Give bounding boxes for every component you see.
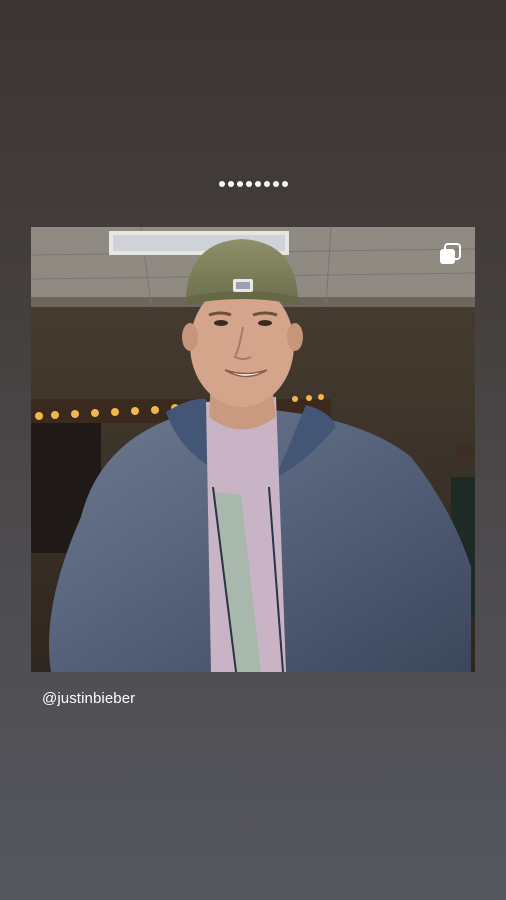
photo-illustration <box>31 227 475 672</box>
progress-dot <box>236 181 243 187</box>
progress-dot <box>272 181 279 187</box>
story-progress-dots <box>0 181 506 187</box>
progress-dot <box>263 181 270 187</box>
progress-dot <box>227 181 234 187</box>
carousel-icon <box>439 243 461 265</box>
progress-dot <box>254 181 261 187</box>
shared-post-photo[interactable] <box>31 227 475 672</box>
progress-dot <box>245 181 252 187</box>
mention-username[interactable]: @justinbieber <box>42 690 135 707</box>
progress-dot <box>281 181 288 187</box>
progress-dot <box>218 181 225 187</box>
story-viewer[interactable]: @justinbieber <box>0 0 506 900</box>
